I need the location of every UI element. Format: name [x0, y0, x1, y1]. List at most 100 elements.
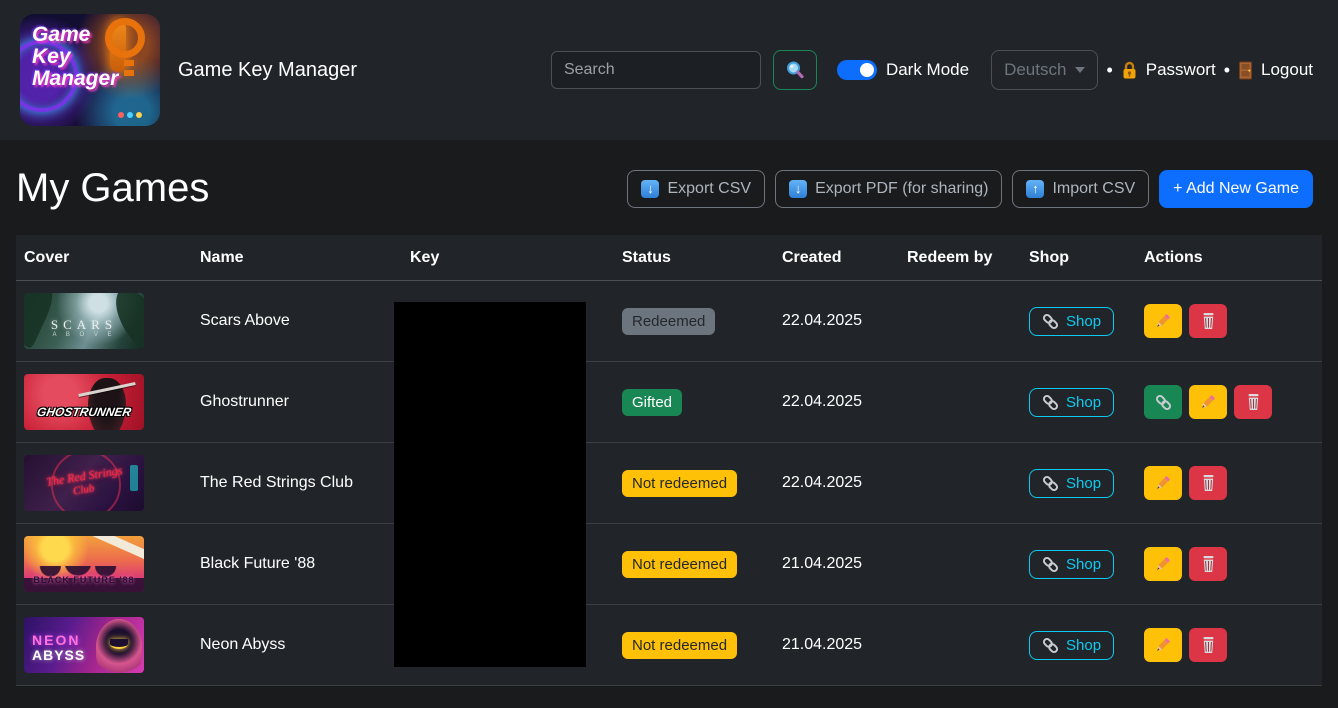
col-header-actions: Actions [1136, 235, 1322, 281]
pencil-icon [1199, 393, 1217, 411]
actions-cell [1144, 304, 1314, 338]
shop-link-button[interactable]: Shop [1029, 631, 1114, 660]
link-icon [1042, 637, 1059, 654]
pencil-icon [1154, 636, 1172, 654]
col-header-key: Key [402, 235, 614, 281]
actions-cell [1144, 385, 1314, 419]
game-name: Black Future '88 [200, 555, 315, 572]
cover-art-text: NEON [32, 633, 80, 648]
download-icon: ↓ [789, 180, 807, 198]
toolbar: ↓ Export CSV ↓ Export PDF (for sharing) … [627, 170, 1313, 208]
col-header-name: Name [192, 235, 402, 281]
export-csv-button[interactable]: ↓ Export CSV [627, 170, 765, 208]
game-name: Ghostrunner [200, 393, 289, 410]
actions-cell [1144, 466, 1314, 500]
game-cover-image[interactable]: The Red Strings Club [24, 455, 144, 511]
lock-icon [1121, 61, 1138, 80]
delete-button[interactable] [1189, 466, 1227, 500]
col-header-redeem-by: Redeem by [899, 235, 1021, 281]
game-cover-image[interactable]: NEON ABYSS [24, 617, 144, 673]
gamepad-icon [118, 112, 142, 118]
cover-art-text: BLACK FUTURE '88 [33, 576, 134, 586]
logout-label: Logout [1261, 60, 1313, 80]
shop-link-button[interactable]: Shop [1029, 550, 1114, 579]
door-icon [1238, 61, 1253, 80]
password-link[interactable]: Passwort [1121, 60, 1216, 80]
edit-button[interactable] [1144, 547, 1182, 581]
edit-button[interactable] [1144, 466, 1182, 500]
trash-icon [1200, 312, 1217, 330]
col-header-status: Status [614, 235, 774, 281]
created-date: 22.04.2025 [782, 393, 862, 410]
app-title: Game Key Manager [178, 59, 357, 82]
list-bullet: • [1106, 60, 1112, 81]
dark-mode-toggle[interactable] [837, 60, 877, 80]
app-logo[interactable]: Game Key Manager [20, 14, 160, 126]
logout-link[interactable]: Logout [1238, 60, 1313, 80]
delete-button[interactable] [1189, 304, 1227, 338]
table-row: BLACK FUTURE '88 Black Future '88 Not re… [16, 524, 1322, 605]
link-icon [1155, 394, 1172, 411]
pencil-icon [1154, 312, 1172, 330]
link-icon [1042, 475, 1059, 492]
dark-mode-label: Dark Mode [886, 60, 969, 80]
delete-button[interactable] [1234, 385, 1272, 419]
game-name: Neon Abyss [200, 636, 285, 653]
upload-icon: ↑ [1026, 180, 1044, 198]
add-new-game-button[interactable]: + Add New Game [1159, 170, 1313, 208]
toggle-knob [860, 63, 874, 77]
game-cover-image[interactable]: BLACK FUTURE '88 [24, 536, 144, 592]
trash-icon [1200, 555, 1217, 573]
table-row: NEON ABYSS Neon Abyss Not redeemed 21.04… [16, 605, 1322, 686]
delete-button[interactable] [1189, 547, 1227, 581]
cover-art-text: Club [72, 482, 95, 497]
cover-art-text: A B O V E [52, 332, 115, 339]
export-pdf-button[interactable]: ↓ Export PDF (for sharing) [775, 170, 1002, 208]
created-date: 22.04.2025 [782, 474, 862, 491]
game-name: Scars Above [200, 312, 290, 329]
edit-button[interactable] [1189, 385, 1227, 419]
delete-button[interactable] [1189, 628, 1227, 662]
shop-link-button[interactable]: Shop [1029, 388, 1114, 417]
created-date: 22.04.2025 [782, 312, 862, 329]
games-table-body: SCARS A B O V E Scars Above Redeemed 22.… [16, 281, 1322, 686]
cover-art-text: SCARS [51, 318, 117, 332]
search-button[interactable] [773, 50, 817, 90]
page-head: My Games ↓ Export CSV ↓ Export PDF (for … [0, 140, 1338, 235]
list-bullet: • [1224, 60, 1230, 81]
app-header: Game Key Manager Game Key Manager Dark M… [0, 0, 1338, 140]
link-icon [1042, 394, 1059, 411]
language-value: Deutsch [1004, 60, 1066, 80]
link-icon [1042, 313, 1059, 330]
import-csv-button[interactable]: ↑ Import CSV [1012, 170, 1149, 208]
status-badge: Not redeemed [622, 632, 737, 659]
search-icon [785, 60, 805, 80]
game-name: The Red Strings Club [200, 474, 353, 491]
cover-art-text: GHOSTRUNNER [36, 406, 132, 419]
actions-cell [1144, 547, 1314, 581]
shop-link-button[interactable]: Shop [1029, 307, 1114, 336]
gift-link-button[interactable] [1144, 385, 1182, 419]
created-date: 21.04.2025 [782, 636, 862, 653]
chevron-down-icon [1075, 67, 1085, 73]
pencil-icon [1154, 474, 1172, 492]
game-cover-image[interactable]: SCARS A B O V E [24, 293, 144, 349]
edit-button[interactable] [1144, 304, 1182, 338]
shop-link-button[interactable]: Shop [1029, 469, 1114, 498]
trash-icon [1200, 474, 1217, 492]
download-icon: ↓ [641, 180, 659, 198]
game-cover-image[interactable]: GHOSTRUNNER [24, 374, 144, 430]
trash-icon [1200, 636, 1217, 654]
col-header-cover: Cover [16, 235, 192, 281]
status-badge: Not redeemed [622, 470, 737, 497]
page-title: My Games [16, 166, 209, 211]
actions-cell [1144, 628, 1314, 662]
table-row: The Red Strings Club The Red Strings Clu… [16, 443, 1322, 524]
pencil-icon [1154, 555, 1172, 573]
search-input[interactable] [551, 51, 761, 89]
edit-button[interactable] [1144, 628, 1182, 662]
status-badge: Redeemed [622, 308, 715, 335]
language-select[interactable]: Deutsch [991, 50, 1098, 90]
password-label: Passwort [1146, 60, 1216, 80]
table-row: GHOSTRUNNER Ghostrunner Gifted 22.04.202… [16, 362, 1322, 443]
